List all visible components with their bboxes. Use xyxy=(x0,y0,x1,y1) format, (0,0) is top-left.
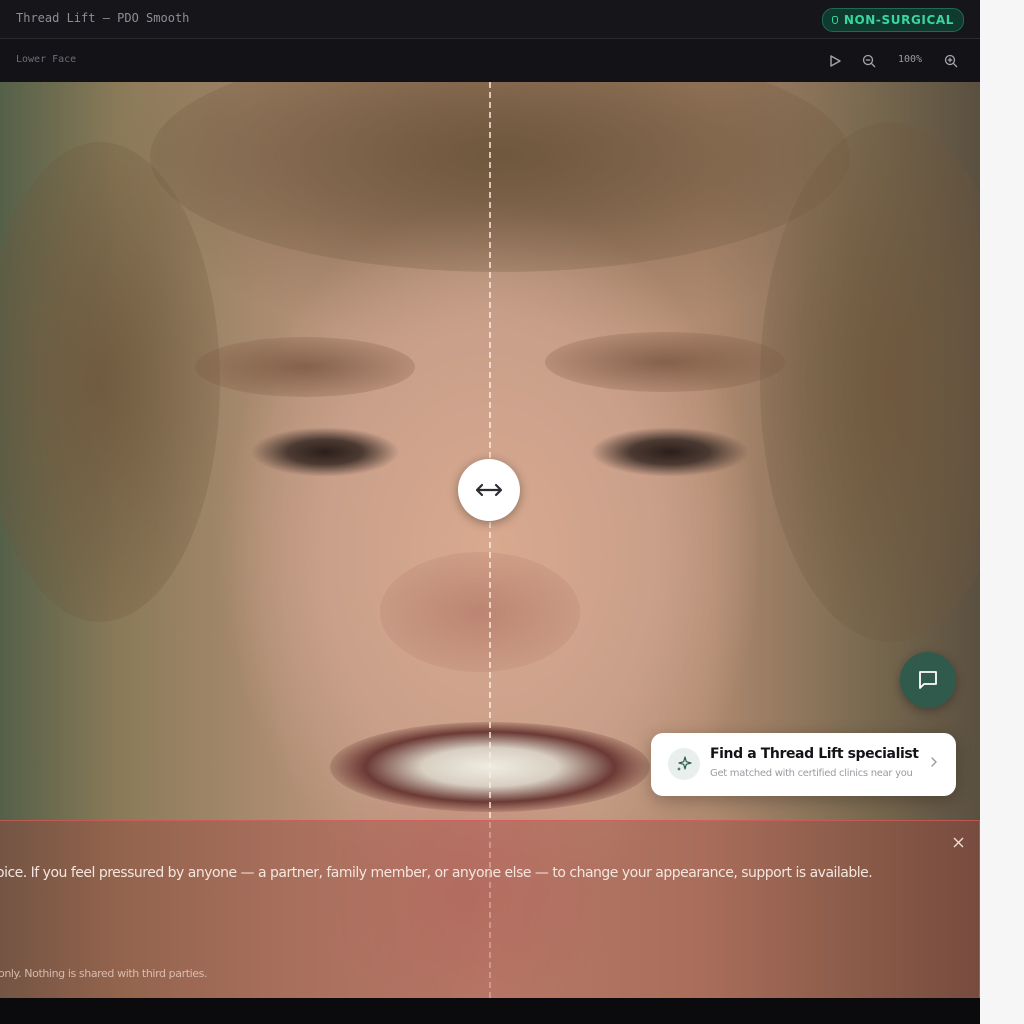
title-bar: Thread Lift — PDO Smooth NON-SURGICAL xyxy=(0,0,980,39)
specialist-card-title: Find a Thread Lift specialist xyxy=(710,746,919,762)
play-button[interactable] xyxy=(825,51,845,71)
treatment-area-label: Lower Face xyxy=(16,54,77,65)
notice-close-button[interactable] xyxy=(949,833,967,851)
app-window: Thread Lift — PDO Smooth NON-SURGICAL Lo… xyxy=(0,0,980,1024)
find-specialist-card[interactable]: Find a Thread Lift specialist Get matche… xyxy=(651,733,956,796)
chevron-right-icon xyxy=(931,757,937,767)
zoom-out-button[interactable] xyxy=(859,51,879,71)
zoom-out-icon xyxy=(862,54,876,68)
non-surgical-badge: NON-SURGICAL xyxy=(821,8,964,32)
split-slider-handle[interactable] xyxy=(458,459,520,521)
notice-footnote: only. Nothing is shared with third parti… xyxy=(0,967,208,980)
specialist-card-subtitle: Get matched with certified clinics near … xyxy=(710,768,913,779)
play-icon xyxy=(830,55,841,67)
app-title: Thread Lift — PDO Smooth xyxy=(16,11,190,25)
chat-button[interactable] xyxy=(900,652,956,708)
shield-icon xyxy=(831,16,838,24)
close-icon xyxy=(953,837,963,847)
chat-bubble-icon xyxy=(919,671,937,689)
bottom-bar xyxy=(0,998,980,1024)
viewer-toolbar: Lower Face 100% xyxy=(0,39,980,82)
left-right-arrow-icon xyxy=(475,483,503,497)
badge-label: NON-SURGICAL xyxy=(843,13,954,27)
zoom-in-button[interactable] xyxy=(941,51,961,71)
before-after-viewer[interactable]: Find a Thread Lift specialist Get matche… xyxy=(0,82,980,998)
sparkle-icon xyxy=(668,748,700,780)
zoom-level: 100% xyxy=(898,54,923,65)
zoom-in-icon xyxy=(944,54,958,68)
wellbeing-notice-banner: oice. If you feel pressured by anyone — … xyxy=(0,820,980,998)
notice-message: oice. If you feel pressured by anyone — … xyxy=(0,865,873,881)
